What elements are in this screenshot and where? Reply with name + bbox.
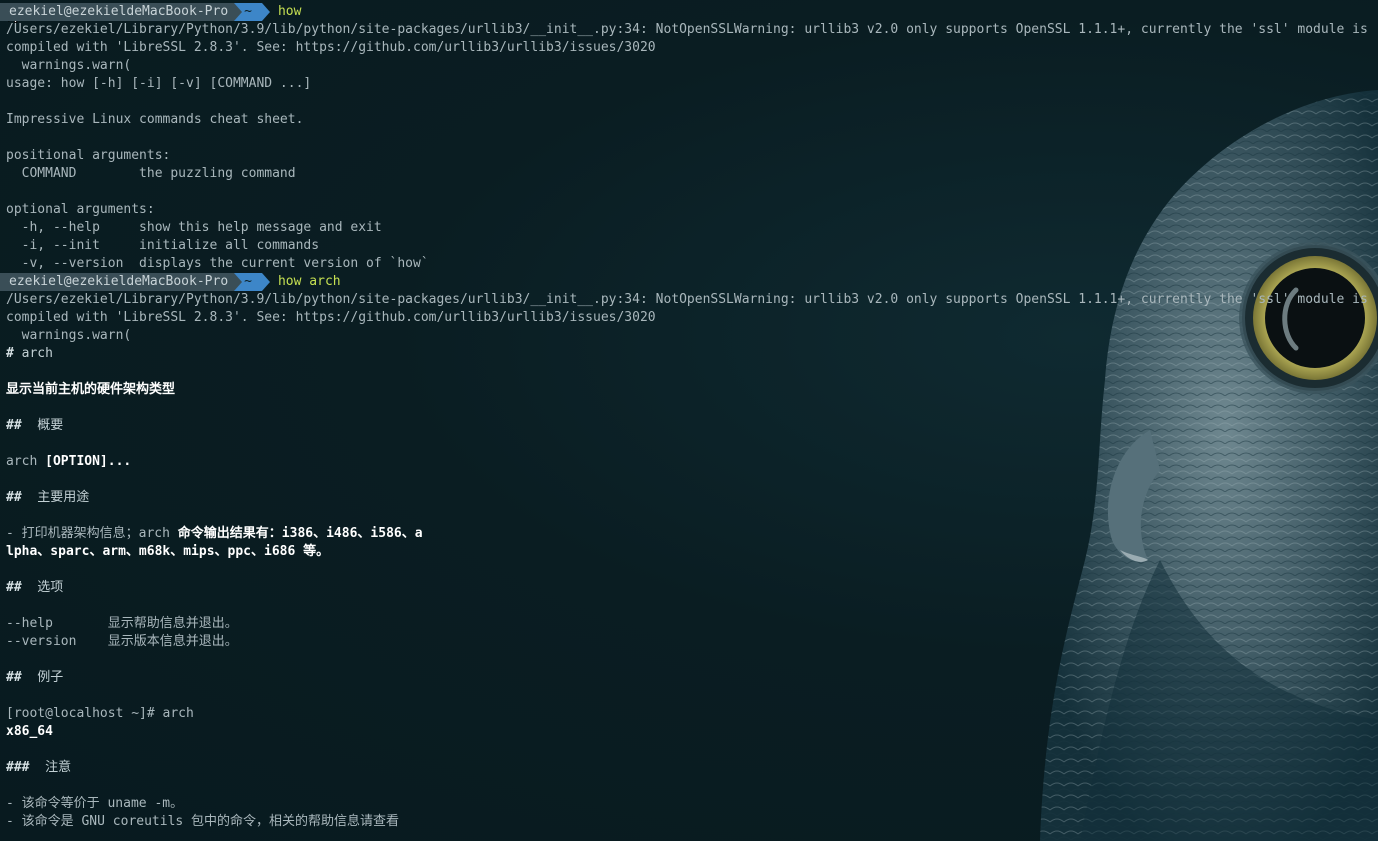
heading-text: 概要 [21,418,64,433]
section-header: positional arguments: [6,148,171,163]
prompt-line: ezekiel@ezekieldeMacBook-Pro ~ how arch [0,273,1378,291]
heading-marker: ## [6,580,22,595]
section-header: optional arguments: [6,202,155,217]
option-line: --version 显示版本信息并退出。 [6,634,238,649]
heading-text: 选项 [21,580,64,595]
heading-text: 例子 [21,670,64,685]
warning-line: /Users/ezekiel/Library/Python/3.9/lib/py… [6,292,1368,307]
prompt-line: ezekiel@ezekieldeMacBook-Pro ~ how [0,3,1378,21]
section-heading: ## 选项 [6,579,1378,597]
command-text: how [277,4,302,19]
usage-bullet: - 打印机器架构信息；arch 命令输出结果有：i386、i486、i586、a [6,525,1378,543]
argument-line: -i, --init initialize all commands [6,238,320,253]
prompt-host: ezekiel@ezekieldeMacBook-Pro [0,3,235,21]
command-text: how arch [277,274,341,289]
doc-title: # arch [6,345,1378,363]
terminal-output: ezekiel@ezekieldeMacBook-Pro ~ how /User… [0,3,1378,831]
syntax-command: arch [6,454,46,469]
heading-text: 注意 [29,760,72,775]
section-heading: ### 注意 [6,759,1378,777]
warning-line: compiled with 'LibreSSL 2.8.3'. See: htt… [6,310,656,325]
section-heading: ## 主要用途 [6,489,1378,507]
heading-marker: # [6,346,14,361]
argument-line: -v, --version displays the current versi… [6,256,429,271]
description-line: Impressive Linux commands cheat sheet. [6,112,304,127]
syntax-line: arch [OPTION]... [6,453,1378,471]
terminal-window[interactable]: ezekiel@ezekieldeMacBook-Pro ~ how /User… [0,0,1378,841]
summary-line: 显示当前主机的硬件架构类型 [6,382,176,397]
warning-line: warnings.warn( [6,58,132,73]
usage-line: usage: how [-h] [-i] [-v] [COMMAND ...] [6,76,312,91]
usage-highlight: 命令输出结果有：i386、i486、i586、a [177,526,423,541]
heading-text: 主要用途 [21,490,90,505]
argument-line: -h, --help show this help message and ex… [6,220,382,235]
argument-line: COMMAND the puzzling command [6,166,296,181]
warning-line: compiled with 'LibreSSL 2.8.3'. See: htt… [6,40,656,55]
usage-continuation: lpha、sparc、arm、m68k、mips、ppc、i686 等。 [6,544,330,559]
prompt-directory: ~ [234,3,270,21]
option-line: --help 显示帮助信息并退出。 [6,616,238,631]
note-line: - 该命令等价于 uname -m。 [6,796,184,811]
usage-prefix: - 打印机器架构信息；arch [6,526,178,541]
prompt-host: ezekiel@ezekieldeMacBook-Pro [0,273,235,291]
heading-marker: ## [6,418,22,433]
example-output: x86_64 [6,724,53,739]
section-heading: ## 例子 [6,669,1378,687]
warning-line: /Users/ezekiel/Library/Python/3.9/lib/py… [6,22,1368,37]
example-command: [root@localhost ~]# arch [6,706,194,721]
warning-line: warnings.warn( [6,328,132,343]
prompt-directory: ~ [234,273,270,291]
note-line: - 该命令是 GNU coreutils 包中的命令，相关的帮助信息请查看 [6,814,400,829]
heading-marker: ## [6,490,22,505]
heading-marker: ### [6,760,30,775]
heading-marker: ## [6,670,22,685]
section-heading: ## 概要 [6,417,1378,435]
doc-title-text: arch [13,346,53,361]
syntax-options: [OPTION]... [45,454,132,469]
